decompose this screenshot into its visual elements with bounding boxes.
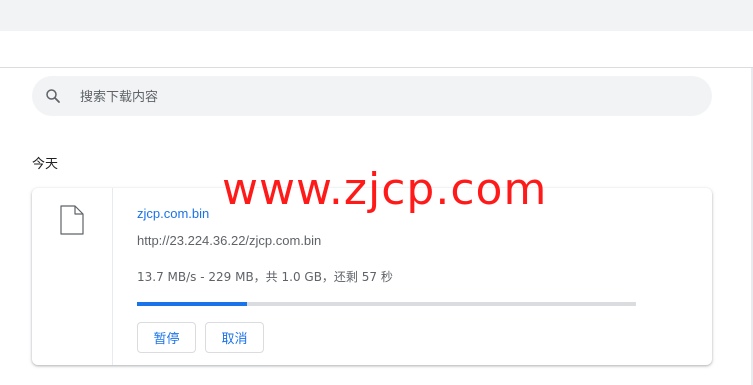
- download-item-card: zjcp.com.bin http://23.224.36.22/zjcp.co…: [32, 188, 712, 365]
- file-icon: [60, 205, 84, 235]
- search-input[interactable]: [78, 76, 682, 118]
- date-group-heading: 今天: [32, 157, 59, 172]
- downloads-page: 今天 zjcp.com.bin http://23.224.36.22/zjcp…: [0, 0, 753, 385]
- pause-button[interactable]: 暂停: [137, 322, 196, 353]
- search-icon: [46, 89, 60, 103]
- download-status: 13.7 MB/s - 229 MB，共 1.0 GB，还剩 57 秒: [137, 270, 393, 284]
- header-divider: [0, 67, 753, 68]
- search-bar[interactable]: [32, 76, 712, 118]
- file-name-link[interactable]: zjcp.com.bin: [137, 206, 209, 221]
- cancel-button[interactable]: 取消: [205, 322, 264, 353]
- top-toolbar-strip: [0, 0, 753, 31]
- download-details: zjcp.com.bin http://23.224.36.22/zjcp.co…: [137, 188, 697, 365]
- file-icon-column: [32, 188, 113, 365]
- download-progress-bar: [137, 302, 636, 306]
- download-progress-fill: [137, 302, 247, 306]
- file-source-url: http://23.224.36.22/zjcp.com.bin: [137, 233, 322, 248]
